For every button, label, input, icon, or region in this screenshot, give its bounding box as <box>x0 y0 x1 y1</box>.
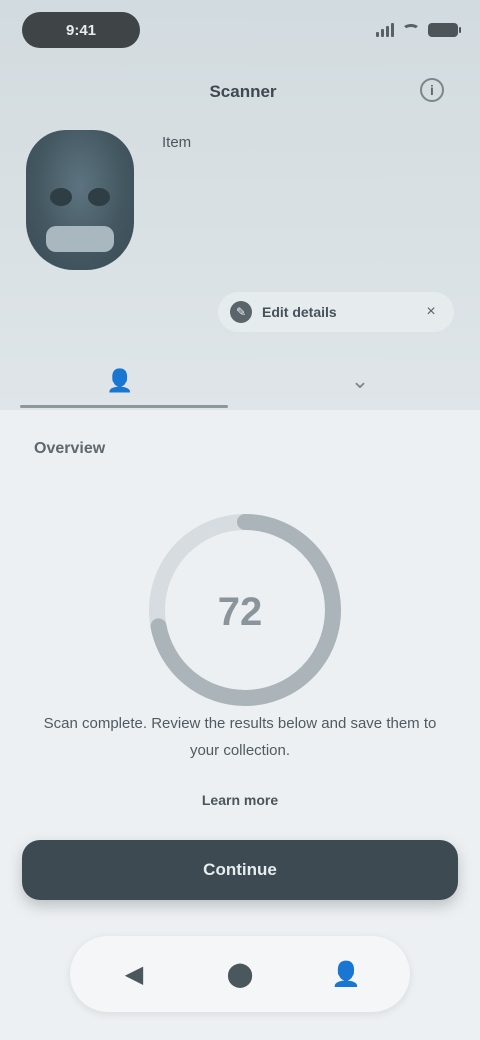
tab-bar: 👤 ⌄ <box>0 352 480 410</box>
thumbnail-eye-right <box>88 188 110 206</box>
tab-filter[interactable]: ⌄ <box>240 352 480 410</box>
info-icon[interactable]: i <box>420 78 444 102</box>
edit-details-chip[interactable]: ✎ Edit details × <box>218 292 454 332</box>
description-text: Scan complete. Review the results below … <box>43 715 437 759</box>
thumbnail-eye-left <box>50 188 72 206</box>
wifi-icon <box>402 24 420 36</box>
continue-button[interactable]: Continue <box>22 840 458 900</box>
page-title: Scanner <box>209 82 277 101</box>
item-label: Item <box>162 134 192 151</box>
status-time: 9:41 <box>22 12 140 48</box>
back-icon[interactable]: ◀ <box>114 954 154 994</box>
filter-icon: ⌄ <box>350 368 370 393</box>
status-bar: 9:41 <box>0 0 480 62</box>
profile-icon[interactable]: 👤 <box>326 954 366 994</box>
section-title: Overview <box>34 440 106 457</box>
status-icons <box>376 20 461 40</box>
person-icon: 👤 <box>106 368 134 393</box>
thumbnail-jaw <box>46 226 114 252</box>
ring-value: 72 <box>217 590 263 634</box>
battery-icon <box>428 23 461 37</box>
bottom-nav: ◀ ⬤ 👤 <box>70 936 410 1012</box>
home-icon[interactable]: ⬤ <box>220 954 260 994</box>
edit-details-label: Edit details <box>262 304 337 320</box>
signal-icon <box>376 23 394 37</box>
active-tab-indicator <box>20 405 228 408</box>
edit-icon: ✎ <box>230 301 252 323</box>
tab-person[interactable]: 👤 <box>0 352 240 410</box>
learn-more-link[interactable]: Learn more <box>180 792 300 814</box>
close-icon[interactable]: × <box>420 301 442 323</box>
skull-thumbnail[interactable] <box>26 130 134 270</box>
